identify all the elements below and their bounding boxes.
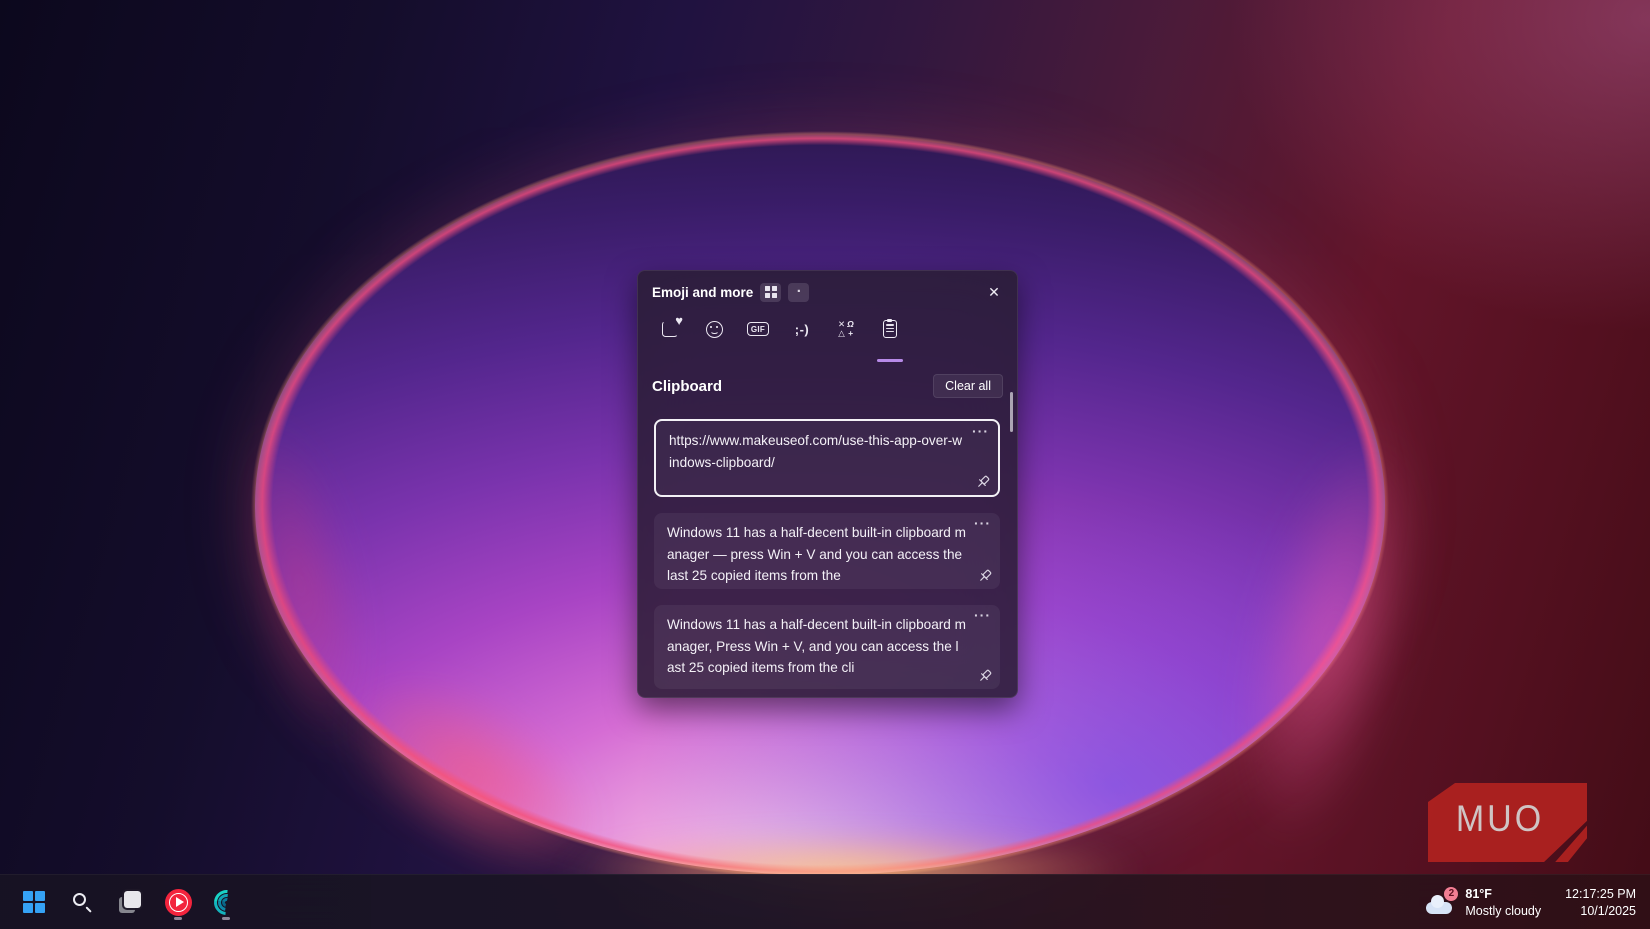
start-button[interactable] xyxy=(14,882,54,922)
clock-widget[interactable]: 12:17:25 PM 10/1/2025 xyxy=(1561,883,1640,922)
task-view-icon xyxy=(118,890,142,914)
clipboard-section-title: Clipboard xyxy=(652,378,722,395)
search-icon xyxy=(71,891,93,913)
panel-title: Emoji and more xyxy=(652,285,753,300)
close-icon: ✕ xyxy=(988,284,1000,301)
smiley-icon xyxy=(706,321,723,338)
taskbar-buttons xyxy=(14,882,246,922)
clipboard-items-list: https://www.makeuseof.com/use-this-app-o… xyxy=(654,419,1000,689)
tab-emoji[interactable] xyxy=(696,311,732,347)
clock-date: 10/1/2025 xyxy=(1565,903,1636,920)
running-app-indicator xyxy=(222,917,230,920)
pin-icon[interactable] xyxy=(977,668,993,684)
clipboard-item-text: https://www.makeuseof.com/use-this-app-o… xyxy=(669,430,964,473)
item-more-options-icon[interactable]: ··· xyxy=(974,607,991,623)
tab-symbols[interactable]: ✕Ω△+ xyxy=(828,311,864,347)
system-tray: 2 81°F Mostly cloudy 12:17:25 PM 10/1/20… xyxy=(1422,875,1640,929)
symbols-icon: ✕Ω△+ xyxy=(837,320,855,338)
muo-watermark: MUO xyxy=(1428,783,1587,862)
recent-clipboard-heart-icon: ♥ xyxy=(662,321,678,337)
period-key-icon: . xyxy=(788,283,809,302)
active-tab-indicator xyxy=(877,359,903,362)
panel-header: Emoji and more . xyxy=(652,281,809,303)
teal-swirl-app-icon xyxy=(214,890,239,915)
kaomoji-icon: ;-) xyxy=(795,322,810,337)
clipboard-section-header: Clipboard Clear all xyxy=(652,373,1003,399)
emoji-and-more-panel: Emoji and more . ✕ ♥ GIF ; xyxy=(637,270,1018,698)
clipboard-item-text: Windows 11 has a half-decent built-in cl… xyxy=(667,522,966,587)
weather-text: 81°F Mostly cloudy xyxy=(1465,886,1541,919)
desktop: MUO Emoji and more . ✕ ♥ G xyxy=(0,0,1650,929)
item-more-options-icon[interactable]: ··· xyxy=(972,423,989,439)
clipboard-item-text: Windows 11 has a half-decent built-in cl… xyxy=(667,614,966,679)
panel-scrollbar[interactable] xyxy=(1010,392,1013,432)
windows-key-icon xyxy=(760,283,781,302)
tab-clipboard[interactable] xyxy=(872,311,908,347)
tab-kaomoji[interactable]: ;-) xyxy=(784,311,820,347)
clipboard-item[interactable]: Windows 11 has a half-decent built-in cl… xyxy=(654,605,1000,689)
clear-all-button[interactable]: Clear all xyxy=(933,374,1003,398)
clipboard-icon xyxy=(883,320,897,338)
youtube-music-button[interactable] xyxy=(158,882,198,922)
tab-gif[interactable]: GIF xyxy=(740,311,776,347)
muo-logo-text: MUO xyxy=(1450,798,1550,840)
youtube-music-icon xyxy=(165,889,192,916)
taskbar: 2 81°F Mostly cloudy 12:17:25 PM 10/1/20… xyxy=(0,874,1650,929)
weather-widget[interactable]: 2 81°F Mostly cloudy xyxy=(1422,883,1545,922)
clipboard-item-selected[interactable]: https://www.makeuseof.com/use-this-app-o… xyxy=(654,419,1000,497)
clipboard-item[interactable]: Windows 11 has a half-decent built-in cl… xyxy=(654,513,1000,589)
search-button[interactable] xyxy=(62,882,102,922)
tab-most-recently-used[interactable]: ♥ xyxy=(652,311,688,347)
close-button[interactable]: ✕ xyxy=(979,277,1009,307)
pin-icon[interactable] xyxy=(975,474,991,490)
gif-icon: GIF xyxy=(747,322,768,336)
notification-badge: 2 xyxy=(1444,887,1458,901)
weather-condition: Mostly cloudy xyxy=(1465,903,1541,920)
teal-swirl-app-button[interactable] xyxy=(206,882,246,922)
pin-icon[interactable] xyxy=(977,568,993,584)
clock-time: 12:17:25 PM xyxy=(1565,886,1636,903)
weather-temperature: 81°F xyxy=(1465,886,1541,903)
windows-start-icon xyxy=(23,891,45,913)
item-more-options-icon[interactable]: ··· xyxy=(974,515,991,531)
running-app-indicator xyxy=(174,917,182,920)
windows-logo-grid-icon xyxy=(765,286,777,298)
task-view-button[interactable] xyxy=(110,882,150,922)
category-tabs: ♥ GIF ;-) ✕Ω△+ xyxy=(652,311,908,347)
cloudy-weather-icon: 2 xyxy=(1426,890,1456,916)
